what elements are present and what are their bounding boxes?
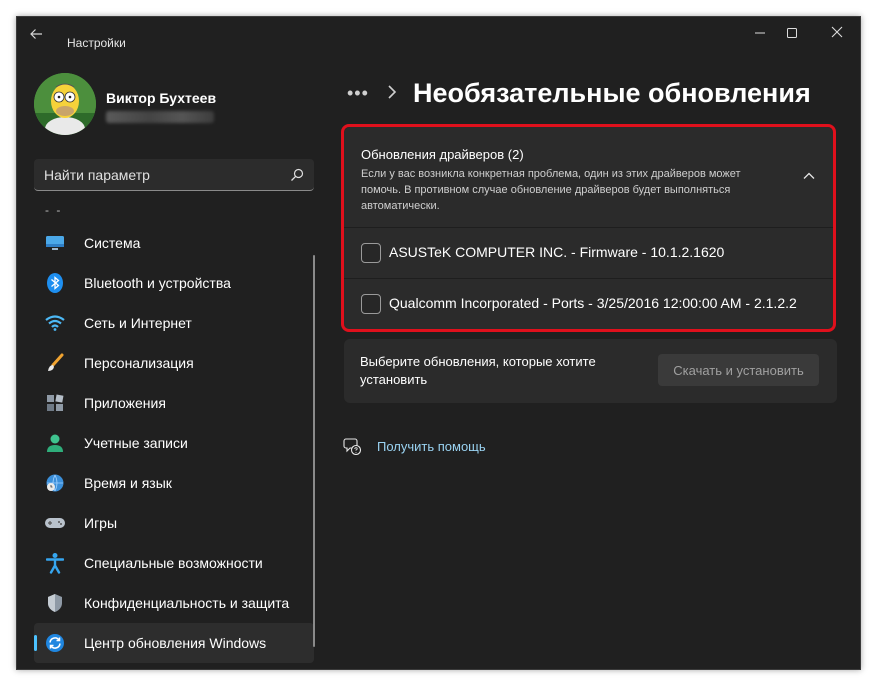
arrow-left-icon [30, 29, 42, 39]
sidebar-item-system[interactable]: Система [34, 223, 314, 263]
minimize-button[interactable] [745, 24, 775, 44]
close-button[interactable] [822, 24, 852, 44]
sidebar-item-label: Bluetooth и устройства [84, 275, 231, 291]
driver-updates-card: Обновления драйверов (2) Если у вас возн… [344, 127, 833, 329]
download-install-button[interactable]: Скачать и установить [658, 354, 819, 386]
wifi-icon [44, 312, 66, 334]
minimize-icon [755, 32, 765, 34]
driver-update-label: ASUSTeK COMPUTER INC. - Firmware - 10.1.… [389, 244, 725, 260]
chevron-up-icon[interactable] [802, 169, 816, 183]
gamepad-icon [44, 512, 66, 534]
breadcrumb-more-button[interactable]: ••• [347, 83, 377, 104]
driver-update-item[interactable]: Qualcomm Incorporated - Ports - 3/25/201… [344, 278, 833, 328]
sidebar-item-windows-update[interactable]: Центр обновления Windows [34, 623, 314, 663]
sidebar-item-time-language[interactable]: Время и язык [34, 463, 314, 503]
sidebar-item-label: Система [84, 235, 141, 251]
chevron-right-icon [387, 83, 397, 104]
driver-updates-description: Если у вас возникла конкретная проблема,… [361, 168, 741, 212]
sidebar-item-label: Центр обновления Windows [84, 635, 267, 651]
search-box[interactable] [34, 159, 314, 191]
shield-icon [44, 592, 66, 614]
sidebar-item-label: Приложения [84, 395, 166, 411]
close-icon [831, 26, 843, 38]
page-title: Необязательные обновления [413, 77, 811, 108]
settings-window: Настройки Виктор Бухтеев Найти параметр … [16, 16, 861, 670]
back-button[interactable] [29, 27, 49, 43]
get-help-link[interactable]: Получить помощь [343, 435, 486, 457]
sidebar-item-personalization[interactable]: Персонализация [34, 343, 314, 383]
sidebar-item-apps[interactable]: Приложения [34, 383, 314, 423]
sidebar-item-privacy[interactable]: Конфиденциальность и защита [34, 583, 314, 623]
sidebar-item-label: Учетные записи [84, 435, 188, 451]
accessibility-icon [44, 552, 66, 574]
sidebar-item-accessibility[interactable]: Специальные возможности [34, 543, 314, 583]
breadcrumb: ••• Необязательные обновления [347, 77, 811, 109]
sidebar-scrollbar[interactable] [313, 255, 315, 647]
maximize-icon [787, 28, 797, 38]
maximize-button[interactable] [777, 24, 807, 44]
title-bar: Настройки [17, 17, 860, 51]
install-instruction: Выберите обновления, которые хотите уста… [360, 354, 596, 387]
sidebar-item-accounts[interactable]: Учетные записи [34, 423, 314, 463]
sidebar-item-label: Персонализация [84, 355, 194, 371]
avatar[interactable] [34, 73, 96, 135]
sidebar-item-label: Сеть и Интернет [84, 315, 192, 331]
windows-update-icon [44, 632, 66, 654]
sidebar-item-label: Специальные возможности [84, 555, 263, 571]
sidebar-item-gaming[interactable]: Игры [34, 503, 314, 543]
get-help-label: Получить помощь [377, 438, 486, 454]
monitor-icon [44, 232, 66, 254]
driver-update-item[interactable]: ASUSTeK COMPUTER INC. - Firmware - 10.1.… [344, 227, 833, 277]
sidebar-item-bluetooth[interactable]: Bluetooth и устройства [34, 263, 314, 303]
driver-update-checkbox[interactable] [361, 294, 381, 314]
bluetooth-icon [44, 272, 66, 294]
apps-icon [44, 392, 66, 414]
sidebar-item-network[interactable]: Сеть и Интернет [34, 303, 314, 343]
help-chat-icon [343, 438, 361, 455]
driver-update-checkbox[interactable] [361, 243, 381, 263]
user-email-redacted [106, 111, 214, 123]
user-name: Виктор Бухтеев [106, 90, 217, 106]
brush-icon [44, 352, 66, 374]
app-title: Настройки [67, 36, 126, 50]
search-icon[interactable] [290, 168, 304, 182]
globe-clock-icon [44, 472, 66, 494]
sidebar-item-label: Время и язык [84, 475, 172, 491]
nav-scroll-indicator: - - [45, 203, 63, 217]
person-icon [44, 432, 66, 454]
driver-updates-header[interactable]: Обновления драйверов (2) Если у вас возн… [344, 127, 833, 226]
sidebar-item-label: Конфиденциальность и защита [84, 595, 290, 611]
sidebar-nav: Система Bluetooth и устройства Сеть и Ин… [34, 223, 314, 663]
search-input[interactable] [44, 159, 274, 190]
sidebar-item-label: Игры [84, 515, 118, 531]
driver-updates-title: Обновления драйверов (2) [361, 147, 524, 162]
driver-update-label: Qualcomm Incorporated - Ports - 3/25/201… [389, 295, 797, 311]
install-card: Выберите обновления, которые хотите уста… [344, 339, 837, 403]
avatar-image [34, 73, 96, 135]
